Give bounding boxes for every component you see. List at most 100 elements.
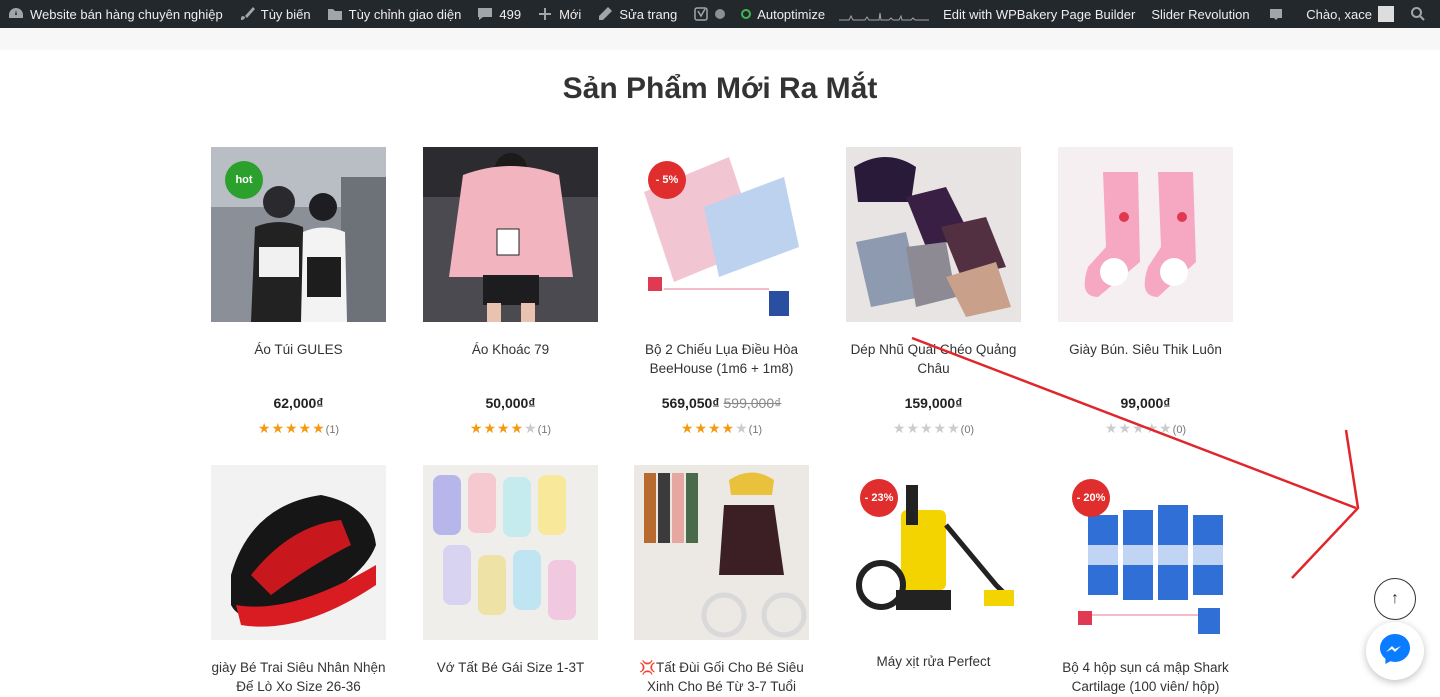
arrow-up-icon: ↑ bbox=[1391, 590, 1399, 607]
stars-empty: ★★★★★ bbox=[892, 420, 961, 436]
edit-page-link[interactable]: Sửa trang bbox=[589, 0, 685, 28]
star-rating: ★★★★★(1) bbox=[211, 420, 386, 437]
customize-link[interactable]: Tùy biến bbox=[231, 0, 319, 28]
product-card[interactable]: 💢Tất Đùi Gối Cho Bé Siêu Xinh Cho Bé Từ … bbox=[634, 465, 809, 696]
star-rating: ★★★★★(0) bbox=[846, 420, 1021, 437]
pencil-icon bbox=[597, 6, 613, 22]
wpbakery-label: Edit with WPBakery Page Builder bbox=[943, 6, 1136, 22]
wpbakery-link[interactable]: Edit with WPBakery Page Builder bbox=[935, 0, 1143, 28]
site-name-link[interactable]: Website bán hàng chuyên nghiệp bbox=[0, 0, 231, 28]
yoast-icon bbox=[693, 6, 709, 22]
discount-badge: - 5% bbox=[648, 161, 686, 199]
yoast-menu[interactable] bbox=[685, 0, 733, 28]
product-card[interactable]: Áo Khoác 79 50,000₫ ★★★★★(1) bbox=[423, 147, 598, 437]
notification-link[interactable] bbox=[1260, 0, 1298, 28]
review-count: (0) bbox=[1172, 424, 1187, 436]
stats-sparkline[interactable] bbox=[839, 7, 930, 21]
discount-badge: - 20% bbox=[1072, 479, 1110, 517]
product-name[interactable]: 💢Tất Đùi Gối Cho Bé Siêu Xinh Cho Bé Từ … bbox=[634, 658, 809, 696]
hot-badge: hot bbox=[225, 161, 263, 199]
slider-revolution-label: Slider Revolution bbox=[1151, 6, 1250, 22]
messenger-icon bbox=[1377, 631, 1413, 672]
notification-icon bbox=[1268, 6, 1284, 22]
autoptimize-label: Autoptimize bbox=[757, 6, 826, 22]
stars-filled: ★★★★ bbox=[680, 420, 736, 436]
product-image[interactable]: - 5% bbox=[634, 147, 809, 322]
product-image[interactable] bbox=[634, 465, 809, 640]
edit-page-label: Sửa trang bbox=[619, 6, 678, 22]
stars-empty: ★ bbox=[735, 420, 749, 436]
stars-filled: ★★★★★ bbox=[257, 420, 326, 436]
search-link[interactable] bbox=[1402, 0, 1440, 28]
product-image[interactable] bbox=[1058, 147, 1233, 322]
product-name[interactable]: Giày Bún. Siêu Thik Luôn bbox=[1058, 340, 1233, 378]
star-rating: ★★★★★(0) bbox=[1058, 420, 1233, 437]
product-name[interactable]: Bộ 4 hộp sụn cá mập Shark Cartilage (100… bbox=[1058, 658, 1233, 696]
comments-count: 499 bbox=[499, 6, 522, 22]
product-card[interactable]: Giày Bún. Siêu Thik Luôn 99,000₫ ★★★★★(0… bbox=[1058, 147, 1233, 437]
header-spacer bbox=[0, 28, 1440, 50]
current-price: 99,000₫ bbox=[1120, 395, 1171, 411]
slider-revolution-link[interactable]: Slider Revolution bbox=[1143, 0, 1257, 28]
theme-options-label: Tùy chỉnh giao diện bbox=[348, 6, 462, 22]
messenger-chat-button[interactable] bbox=[1366, 622, 1424, 680]
plus-icon bbox=[537, 6, 553, 22]
product-image[interactable] bbox=[423, 147, 598, 322]
stars-empty: ★ bbox=[524, 420, 538, 436]
review-count: (1) bbox=[748, 424, 763, 436]
product-name[interactable]: Dép Nhũ Quai Chéo Quảng Châu bbox=[846, 340, 1021, 378]
stars-empty: ★★★★★ bbox=[1104, 420, 1173, 436]
search-icon bbox=[1410, 6, 1426, 22]
product-name[interactable]: Áo Túi GULES bbox=[211, 340, 386, 378]
greeting-label: Chào, xace bbox=[1306, 6, 1372, 22]
theme-options-link[interactable]: Tùy chỉnh giao diện bbox=[319, 0, 470, 28]
product-name[interactable]: Vớ Tất Bé Gái Size 1-3T bbox=[423, 658, 598, 696]
product-image[interactable] bbox=[423, 465, 598, 640]
site-name: Website bán hàng chuyên nghiệp bbox=[30, 6, 223, 22]
product-price: 62,000₫ bbox=[211, 395, 386, 411]
star-rating: ★★★★★(1) bbox=[423, 420, 598, 437]
product-card[interactable]: Dép Nhũ Quai Chéo Quảng Châu 159,000₫ ★★… bbox=[846, 147, 1021, 437]
customize-label: Tùy biến bbox=[260, 6, 311, 22]
product-name[interactable]: Bộ 2 Chiếu Lụa Điều Hòa BeeHouse (1m6 + … bbox=[634, 340, 809, 378]
product-card[interactable]: hot Áo Túi GULES 62,000₫ ★★★★★(1) bbox=[211, 147, 386, 437]
product-card[interactable]: Vớ Tất Bé Gái Size 1-3T bbox=[423, 465, 598, 696]
product-name[interactable]: giày Bé Trai Siêu Nhân Nhện Đế Lò Xo Siz… bbox=[211, 658, 386, 696]
current-price: 159,000₫ bbox=[904, 395, 963, 411]
product-price: 569,050₫ 599,000₫ bbox=[634, 395, 809, 411]
product-name[interactable]: Áo Khoác 79 bbox=[423, 340, 598, 378]
comment-icon bbox=[477, 6, 493, 22]
review-count: (1) bbox=[537, 424, 552, 436]
new-content-link[interactable]: Mới bbox=[529, 0, 589, 28]
new-label: Mới bbox=[559, 6, 582, 22]
product-card[interactable]: giày Bé Trai Siêu Nhân Nhện Đế Lò Xo Siz… bbox=[211, 465, 386, 696]
avatar bbox=[1378, 6, 1394, 22]
product-price: 159,000₫ bbox=[846, 395, 1021, 411]
autoptimize-status-icon bbox=[741, 9, 752, 19]
product-card[interactable]: - 20% Bộ 4 hộp sụn cá mập Shark Cartilag… bbox=[1058, 465, 1233, 696]
wp-admin-bar: Website bán hàng chuyên nghiệp Tùy biến … bbox=[0, 0, 1440, 28]
product-name[interactable]: Máy xịt rửa Perfect bbox=[846, 652, 1021, 690]
product-image[interactable]: - 23% bbox=[846, 465, 1021, 640]
review-count: (1) bbox=[325, 424, 340, 436]
product-card[interactable]: - 5% Bộ 2 Chiếu Lụa Điều Hòa BeeHouse (1… bbox=[634, 147, 809, 437]
review-count: (0) bbox=[960, 424, 975, 436]
autoptimize-menu[interactable]: Autoptimize bbox=[733, 0, 833, 28]
product-image[interactable]: - 20% bbox=[1058, 465, 1233, 640]
product-price: 50,000₫ bbox=[423, 395, 598, 411]
current-price: 569,050₫ bbox=[661, 395, 720, 411]
scroll-to-top-button[interactable]: ↑ bbox=[1374, 578, 1416, 620]
brush-icon bbox=[239, 6, 255, 22]
comments-link[interactable]: 499 bbox=[469, 0, 529, 28]
section-title: Sản Phẩm Mới Ra Mắt bbox=[562, 72, 878, 105]
product-card[interactable]: - 23% Máy xịt rửa Perfect bbox=[846, 465, 1021, 690]
seo-status-dot bbox=[715, 9, 726, 19]
stars-filled: ★★★★ bbox=[469, 420, 525, 436]
my-account-link[interactable]: Chào, xace bbox=[1298, 0, 1402, 28]
product-image[interactable] bbox=[211, 465, 386, 640]
dashboard-icon bbox=[8, 6, 24, 22]
old-price: 599,000₫ bbox=[723, 395, 782, 411]
product-image[interactable]: hot bbox=[211, 147, 386, 322]
star-rating: ★★★★★(1) bbox=[634, 420, 809, 437]
product-image[interactable] bbox=[846, 147, 1021, 322]
